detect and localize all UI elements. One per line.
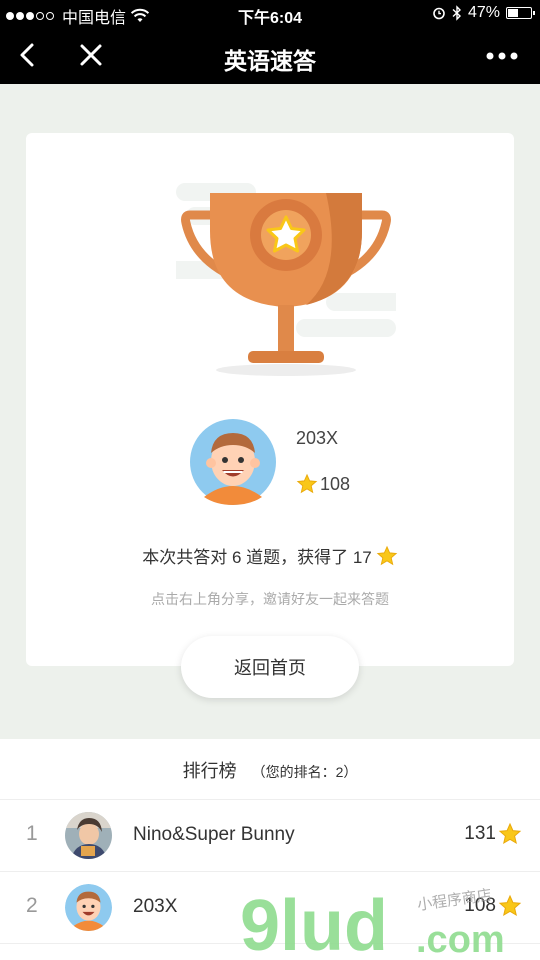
bluetooth-icon (452, 5, 461, 21)
ranking-header: 排行榜 （您的排名：2） (0, 757, 540, 783)
ranking-title: 排行榜 (182, 761, 237, 781)
star-icon (296, 473, 318, 494)
player-score: 131 (464, 822, 522, 846)
star-icon (376, 545, 398, 565)
rank-number: 1 (26, 822, 38, 845)
player-score-value: 131 (464, 823, 496, 844)
nav-bar: 英语速答 (0, 28, 540, 84)
more-icon[interactable] (482, 44, 522, 68)
ranking-panel: 排行榜 （您的排名：2） 1 Nino&Super Bunny 131 2 20… (0, 739, 540, 960)
user-score-value: 108 (320, 473, 351, 494)
share-hint: 点击右上角分享，邀请好友一起来答题 (151, 591, 389, 607)
battery-icon (506, 7, 535, 19)
player-name: Nino&Super Bunny (133, 824, 295, 845)
battery-percent: 47% (467, 4, 500, 21)
back-to-home-button[interactable]: 返回首页 (181, 636, 359, 698)
back-icon[interactable] (14, 40, 44, 70)
divider (0, 943, 540, 944)
result-summary-text: 本次共答对 6 道题，获得了 17 (142, 548, 372, 567)
player-avatar (65, 884, 112, 931)
rank-number: 2 (26, 894, 38, 917)
user-avatar (190, 419, 276, 505)
alarm-icon (433, 7, 445, 20)
trophy-illustration (176, 183, 396, 376)
result-card: 203X 108 本次共答对 6 道题，获得了 17 点击右上角分享，邀请好友一… (26, 133, 514, 666)
user-name: 203X (296, 428, 339, 448)
player-score-value: 108 (464, 895, 496, 916)
ranking-row[interactable]: 1 Nino&Super Bunny 131 (0, 800, 540, 871)
status-bar: 中国电信 下午6:04 47% (0, 0, 540, 28)
ranking-row[interactable]: 2 203X 108 (0, 872, 540, 943)
player-avatar (65, 812, 112, 859)
user-score: 108 (296, 473, 350, 495)
my-rank-label: （您的排名：2） (251, 764, 358, 780)
player-name: 203X (133, 896, 178, 917)
player-score: 108 (464, 894, 522, 918)
star-icon (498, 894, 522, 917)
result-summary: 本次共答对 6 道题，获得了 17 (26, 543, 514, 568)
star-icon (498, 822, 522, 845)
close-icon[interactable] (76, 40, 106, 70)
